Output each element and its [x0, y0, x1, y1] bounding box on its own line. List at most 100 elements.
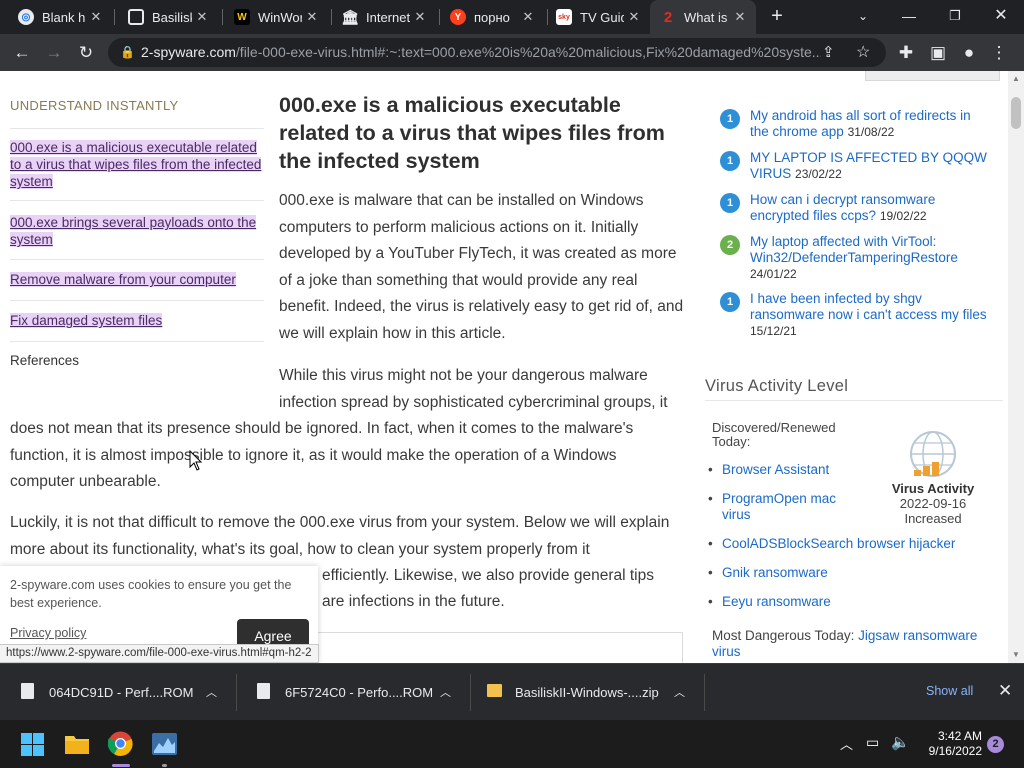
question-item[interactable]: 1 MY LAPTOP IS AFFECTED BY QQQW VIRUS 23…: [720, 150, 990, 184]
restore-icon[interactable]: ❐: [932, 0, 978, 34]
share-icon[interactable]: ⇪: [822, 38, 835, 67]
divider: [704, 674, 705, 711]
virus-link[interactable]: CoolADSBlockSearch browser hijacker: [708, 536, 992, 552]
question-link[interactable]: I have been infected by shgv ransomware …: [750, 291, 987, 322]
winworld-icon: W: [234, 9, 250, 25]
toc-references[interactable]: References: [10, 353, 79, 368]
tab-search-icon[interactable]: ⌄: [840, 0, 886, 34]
question-item[interactable]: 1 How can i decrypt ransomware encrypted…: [720, 192, 990, 226]
download-filename: 6F5724C0 - Perfo....ROM: [285, 685, 434, 700]
extensions-icon[interactable]: ✚: [893, 40, 919, 66]
chrome-icon: ◎: [18, 9, 34, 25]
network-icon[interactable]: ▭: [866, 734, 879, 751]
menu-icon[interactable]: ⋮: [986, 40, 1012, 66]
close-tab-icon[interactable]: ✕: [302, 9, 322, 25]
answer-count-badge: 2: [720, 235, 740, 255]
privacy-policy-link[interactable]: Privacy policy: [10, 626, 86, 640]
scroll-up-icon[interactable]: ▲: [1008, 74, 1024, 83]
minimize-icon[interactable]: —: [886, 0, 932, 34]
side-panel-icon[interactable]: ▣: [925, 40, 951, 66]
tab-what-is[interactable]: 2 What is ✕: [650, 0, 756, 34]
toc-link-4[interactable]: Fix damaged system files: [10, 312, 266, 329]
back-icon[interactable]: ←: [9, 40, 35, 66]
toc-link-1[interactable]: 000.exe is a malicious executable relate…: [10, 139, 266, 190]
new-tab-button[interactable]: +: [765, 4, 789, 28]
chevron-up-icon[interactable]: ︿: [440, 684, 451, 700]
tab-basilisk[interactable]: BasiliskII ✕: [118, 0, 218, 34]
virus-link[interactable]: Gnik ransomware: [708, 565, 922, 581]
answer-count-badge: 1: [720, 193, 740, 213]
bookmark-star-icon[interactable]: ☆: [856, 38, 870, 67]
tab-yandex[interactable]: Y порно ✕: [440, 0, 544, 34]
file-explorer-icon[interactable]: [64, 732, 90, 756]
question-link[interactable]: MY LAPTOP IS AFFECTED BY QQQW VIRUS: [750, 150, 987, 181]
question-item[interactable]: 1 I have been infected by shgv ransomwar…: [720, 291, 990, 341]
question-date: 23/02/22: [795, 167, 842, 181]
content-box: [279, 632, 683, 663]
profile-icon[interactable]: ●: [956, 40, 982, 66]
close-tab-icon[interactable]: ✕: [86, 9, 106, 25]
close-window-icon[interactable]: ✕: [978, 0, 1024, 34]
article-paragraph-3-line: efficiently. Likewise, we also provide g…: [322, 567, 654, 584]
scroll-down-icon[interactable]: ▼: [1008, 650, 1024, 659]
close-tab-icon[interactable]: ✕: [518, 9, 538, 25]
chrome-taskbar-icon[interactable]: [108, 731, 133, 756]
close-tab-icon[interactable]: ✕: [730, 9, 750, 25]
article-paragraph-3: Luckily, it is not that difficult to rem…: [10, 514, 670, 558]
virus-link[interactable]: Browser Assistant: [708, 462, 862, 478]
lock-icon[interactable]: 🔒: [120, 38, 135, 67]
url-text[interactable]: 2-spyware.com/file-000-exe-virus.html#:~…: [141, 38, 821, 67]
tab-separator: [114, 9, 115, 25]
question-link[interactable]: My laptop affected with VirTool: Win32/D…: [750, 234, 958, 265]
divider: [10, 341, 264, 342]
article-paragraph-2-start: While this virus might not be your dange…: [279, 367, 668, 411]
toc-link-2[interactable]: 000.exe brings several payloads onto the…: [10, 214, 266, 248]
virus-activity-badge: Virus Activity 2022-09-16 Increased: [891, 481, 975, 526]
scroll-thumb[interactable]: [1011, 97, 1021, 129]
submit-question-button[interactable]: [865, 71, 1000, 81]
tab-separator: [222, 9, 223, 25]
taskbar-clock[interactable]: 3:42 AM 9/16/2022: [920, 729, 982, 759]
download-item[interactable]: 6F5724C0 - Perfo....ROM ︿: [236, 664, 470, 721]
document-icon: [128, 9, 144, 25]
chevron-up-icon[interactable]: ︿: [206, 684, 217, 700]
close-downloads-icon[interactable]: ✕: [998, 681, 1012, 701]
answer-count-badge: 1: [720, 109, 740, 129]
url-host: 2-spyware.com: [141, 44, 236, 60]
file-icon: [257, 683, 270, 699]
windows-start-icon[interactable]: [21, 733, 44, 756]
toc-link-3[interactable]: Remove malware from your computer: [10, 271, 266, 288]
divider: [705, 400, 1003, 401]
chevron-up-icon[interactable]: ︿: [840, 734, 853, 753]
article-paragraph-1: 000.exe is malware that can be installed…: [279, 192, 684, 342]
answer-count-badge: 1: [720, 292, 740, 312]
tab-winworld[interactable]: W WinWor ✕: [224, 0, 328, 34]
volume-icon[interactable]: 🔈: [891, 733, 910, 751]
chevron-up-icon[interactable]: ︿: [674, 684, 685, 700]
archive-icon: 🏛: [341, 8, 359, 25]
article-title: 000.exe is a malicious executable relate…: [279, 93, 665, 173]
question-item[interactable]: 1 My android has all sort of redirects i…: [720, 108, 990, 142]
tab-internet-archive[interactable]: 🏛 Internet ✕: [332, 0, 436, 34]
close-tab-icon[interactable]: ✕: [410, 9, 430, 25]
virus-link[interactable]: Eeyu ransomware: [708, 594, 922, 610]
browser-toolbar: ← → ↻ 🔒 2-spyware.com/file-000-exe-virus…: [0, 34, 1024, 71]
tab-tv-guide[interactable]: sky TV Guid ✕: [546, 0, 650, 34]
reload-icon[interactable]: ↻: [73, 40, 99, 66]
close-tab-icon[interactable]: ✕: [624, 9, 644, 25]
close-tab-icon[interactable]: ✕: [192, 9, 212, 25]
toc-heading: UNDERSTAND INSTANTLY: [10, 98, 179, 113]
download-item[interactable]: BasiliskII-Windows-....zip ︿: [466, 664, 706, 721]
virus-link[interactable]: ProgramOpen mac virus: [708, 491, 862, 523]
most-dangerous: Most Dangerous Today: Jigsaw ransomware …: [712, 628, 978, 659]
notification-badge[interactable]: 2: [987, 736, 1004, 753]
question-item[interactable]: 2 My laptop affected with VirTool: Win32…: [720, 234, 990, 284]
article-paragraph-3-line: are infections in the future.: [322, 593, 505, 610]
tab-blank[interactable]: ◎ Blank ha ✕: [8, 0, 112, 34]
page-scrollbar[interactable]: [1008, 71, 1024, 663]
download-item[interactable]: 064DC91D - Perf....ROM ︿: [0, 664, 236, 721]
show-all-downloads-button[interactable]: Show all: [926, 684, 973, 698]
forward-icon[interactable]: →: [41, 40, 67, 66]
task-manager-icon[interactable]: [152, 733, 177, 755]
address-bar[interactable]: 🔒 2-spyware.com/file-000-exe-virus.html#…: [108, 38, 886, 67]
